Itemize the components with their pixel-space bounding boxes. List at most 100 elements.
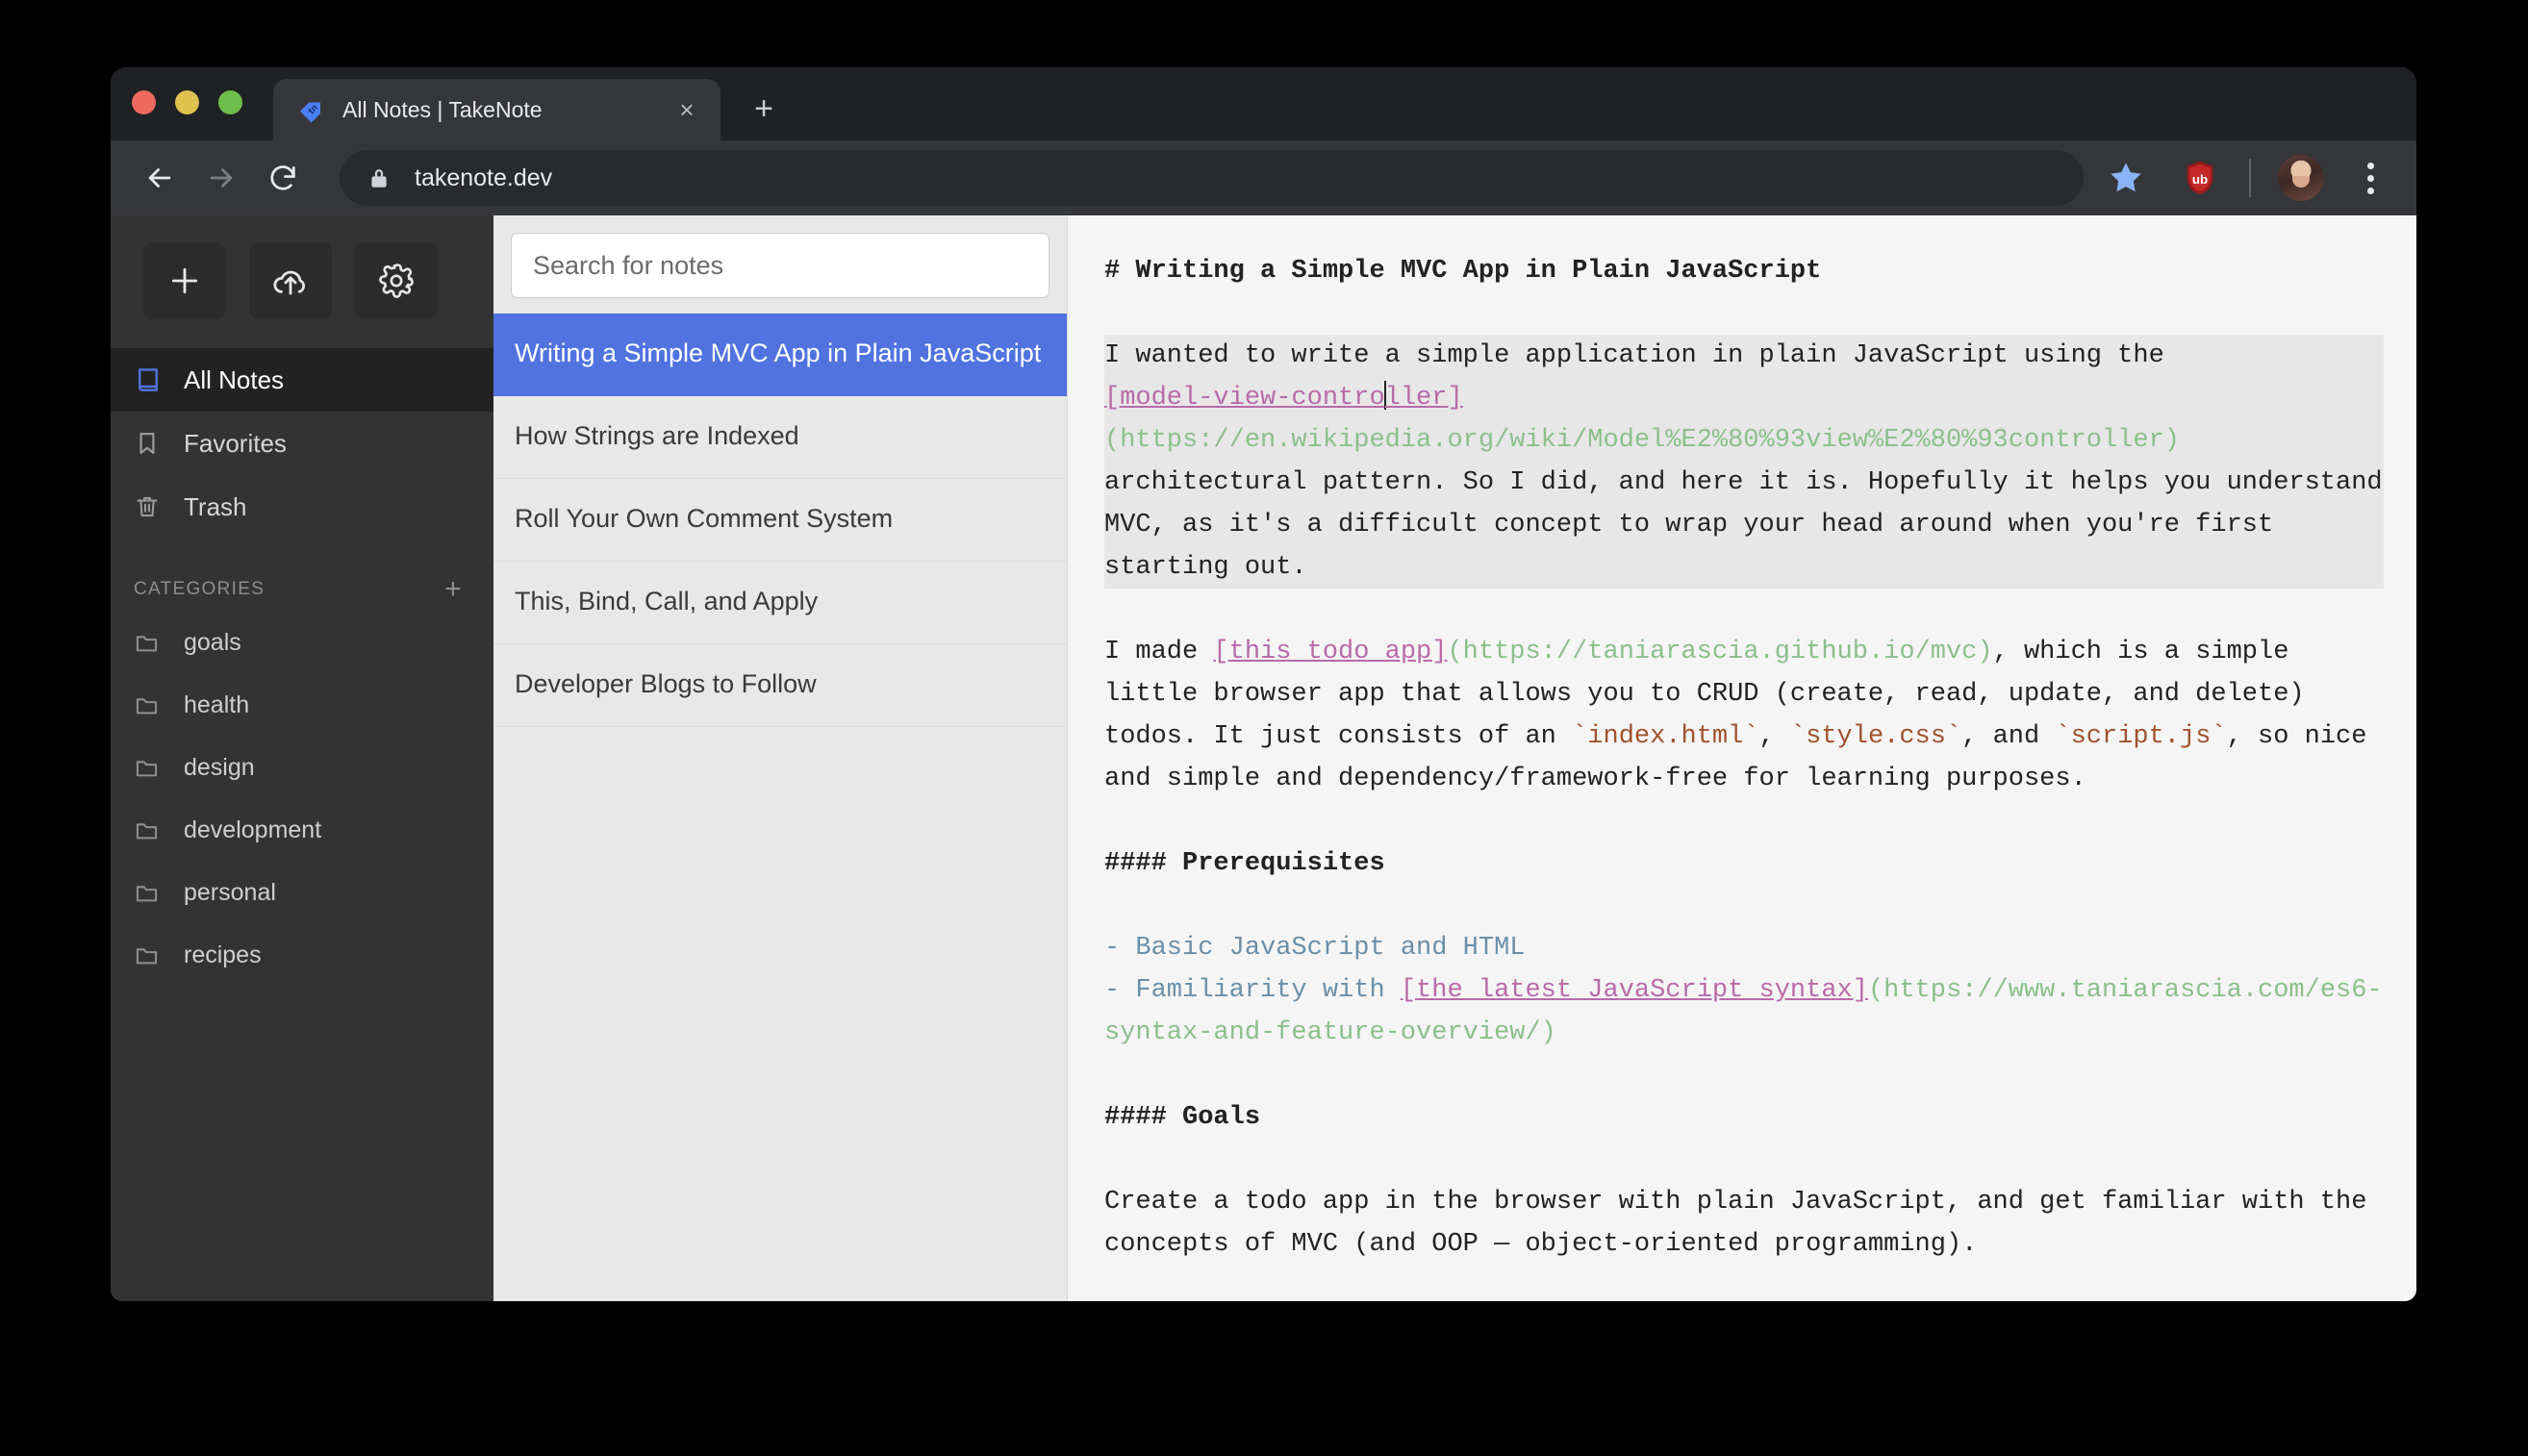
back-arrow-icon[interactable] bbox=[132, 150, 188, 206]
categories-header: CATEGORIES + bbox=[111, 539, 493, 612]
browser-window: tn All Notes | TakeNote × + takenote.dev… bbox=[111, 67, 2416, 1301]
category-item-development[interactable]: development bbox=[111, 799, 493, 862]
editor-text: , and bbox=[1961, 722, 2056, 751]
book-icon bbox=[134, 365, 176, 394]
minimize-window-button[interactable] bbox=[175, 89, 199, 114]
window-traffic-lights bbox=[132, 67, 242, 140]
editor-paragraph-3: Create a todo app in the browser with pl… bbox=[1104, 1188, 2383, 1259]
editor-blank-line bbox=[1104, 292, 2384, 335]
trash-icon bbox=[134, 493, 176, 520]
editor-text: architectural pattern. So I did, and her… bbox=[1104, 468, 2383, 582]
editor-inline-code: `script.js` bbox=[2055, 722, 2227, 751]
reload-icon[interactable] bbox=[255, 150, 311, 206]
editor-list-item-1: - Basic JavaScript and HTML bbox=[1104, 934, 1526, 963]
note-list-item[interactable]: This, Bind, Call, and Apply bbox=[493, 562, 1067, 644]
menu-dot bbox=[2366, 162, 2374, 169]
browser-tab[interactable]: tn All Notes | TakeNote × bbox=[273, 79, 720, 140]
maximize-window-button[interactable] bbox=[218, 89, 242, 114]
editor-heading-prerequisites: #### Prerequisites bbox=[1104, 849, 1385, 878]
browser-toolbar: takenote.dev ub bbox=[111, 140, 2416, 215]
note-list-item[interactable]: Writing a Simple MVC App in Plain JavaSc… bbox=[493, 314, 1067, 396]
takenote-app: All Notes Favorites Trash CATEGORIES + g… bbox=[111, 215, 2416, 1301]
note-list-item[interactable]: Developer Blogs to Follow bbox=[493, 644, 1067, 727]
url-text: takenote.dev bbox=[415, 163, 553, 191]
forward-arrow-icon bbox=[193, 150, 249, 206]
tab-strip: tn All Notes | TakeNote × + bbox=[111, 67, 2416, 140]
menu-dot bbox=[2366, 174, 2374, 182]
editor-active-paragraph: I wanted to write a simple application i… bbox=[1104, 335, 2384, 589]
sidebar-item-all-notes[interactable]: All Notes bbox=[111, 348, 493, 412]
category-label: health bbox=[184, 691, 250, 718]
editor-link-url[interactable]: (https://en.wikipedia.org/wiki/Model%E2%… bbox=[1104, 426, 2180, 455]
folder-icon bbox=[134, 817, 176, 843]
add-category-button[interactable]: + bbox=[444, 575, 463, 604]
editor-blank-line bbox=[1104, 800, 2384, 842]
editor-heading-h1: # Writing a Simple MVC App in Plain Java… bbox=[1104, 257, 1822, 286]
category-item-personal[interactable]: personal bbox=[111, 862, 493, 924]
note-list-item[interactable]: How Strings are Indexed bbox=[493, 396, 1067, 479]
bookmark-star-icon[interactable] bbox=[2101, 153, 2151, 203]
search-container bbox=[493, 215, 1067, 314]
bookmark-icon bbox=[134, 430, 176, 457]
profile-avatar[interactable] bbox=[2278, 155, 2324, 201]
tab-title: All Notes | TakeNote bbox=[342, 96, 543, 122]
editor-blank-line bbox=[1104, 885, 2384, 927]
editor-text: , bbox=[1758, 722, 1790, 751]
category-label: design bbox=[184, 754, 255, 781]
editor-blank-line bbox=[1104, 589, 2384, 631]
editor-text: - Familiarity with bbox=[1104, 976, 1401, 1005]
category-label: development bbox=[184, 816, 322, 843]
folder-icon bbox=[134, 880, 176, 906]
search-input[interactable] bbox=[511, 233, 1049, 298]
folder-icon bbox=[134, 942, 176, 968]
three-dot-menu-icon[interactable] bbox=[2349, 155, 2391, 201]
new-tab-button[interactable]: + bbox=[742, 88, 786, 132]
sidebar-item-label: Favorites bbox=[184, 428, 287, 458]
note-list-item[interactable]: Roll Your Own Comment System bbox=[493, 479, 1067, 562]
app-sidebar: All Notes Favorites Trash CATEGORIES + g… bbox=[111, 215, 493, 1301]
category-item-recipes[interactable]: recipes bbox=[111, 924, 493, 987]
editor-blank-line bbox=[1104, 1139, 2384, 1181]
editor-link-url[interactable]: (https://taniarascia.github.io/mvc) bbox=[1447, 638, 1992, 666]
lock-icon bbox=[365, 165, 393, 190]
category-label: recipes bbox=[184, 941, 262, 968]
address-bar[interactable]: takenote.dev bbox=[340, 150, 2084, 206]
sidebar-item-label: All Notes bbox=[184, 364, 285, 394]
category-item-design[interactable]: design bbox=[111, 737, 493, 799]
editor-blank-line bbox=[1104, 1054, 2384, 1096]
editor-link-text[interactable]: [the latest JavaScript syntax] bbox=[1401, 976, 1868, 1005]
note-editor[interactable]: # Writing a Simple MVC App in Plain Java… bbox=[1068, 215, 2416, 1301]
editor-inline-code: `style.css` bbox=[1789, 722, 1962, 751]
close-window-button[interactable] bbox=[132, 89, 156, 114]
toolbar-divider bbox=[2249, 159, 2251, 197]
editor-link-text[interactable]: ller] bbox=[1385, 384, 1463, 413]
folder-icon bbox=[134, 630, 176, 656]
menu-dot bbox=[2366, 187, 2374, 194]
sync-notes-button[interactable] bbox=[249, 242, 332, 319]
sidebar-item-trash[interactable]: Trash bbox=[111, 475, 493, 539]
settings-button[interactable] bbox=[355, 242, 438, 319]
svg-text:ub: ub bbox=[2192, 172, 2208, 187]
editor-link-text[interactable]: [model-view-contro bbox=[1104, 384, 1385, 413]
editor-paragraph-2: I made [this todo app](https://taniarasc… bbox=[1104, 631, 2384, 800]
editor-inline-code: `index.html` bbox=[1572, 722, 1759, 751]
category-item-goals[interactable]: goals bbox=[111, 612, 493, 674]
editor-link-text[interactable]: [this todo app] bbox=[1213, 638, 1447, 666]
editor-list-item-2: - Familiarity with [the latest JavaScrip… bbox=[1104, 969, 2384, 1054]
sidebar-item-favorites[interactable]: Favorites bbox=[111, 412, 493, 475]
category-label: goals bbox=[184, 629, 241, 656]
editor-text: I wanted to write a simple application i… bbox=[1104, 341, 2164, 370]
folder-icon bbox=[134, 755, 176, 781]
close-tab-button[interactable]: × bbox=[670, 93, 703, 126]
takenote-tag-icon: tn bbox=[296, 95, 325, 124]
note-list-panel: Writing a Simple MVC App in Plain JavaSc… bbox=[493, 215, 1068, 1301]
categories-title: CATEGORIES bbox=[134, 579, 265, 599]
category-label: personal bbox=[184, 879, 276, 906]
editor-heading-goals: #### Goals bbox=[1104, 1103, 1261, 1132]
new-note-button[interactable] bbox=[143, 242, 226, 319]
category-item-health[interactable]: health bbox=[111, 674, 493, 737]
ublock-origin-icon[interactable]: ub bbox=[2178, 156, 2222, 200]
sidebar-item-label: Trash bbox=[184, 491, 247, 521]
folder-icon bbox=[134, 692, 176, 718]
sidebar-action-buttons bbox=[111, 242, 493, 348]
